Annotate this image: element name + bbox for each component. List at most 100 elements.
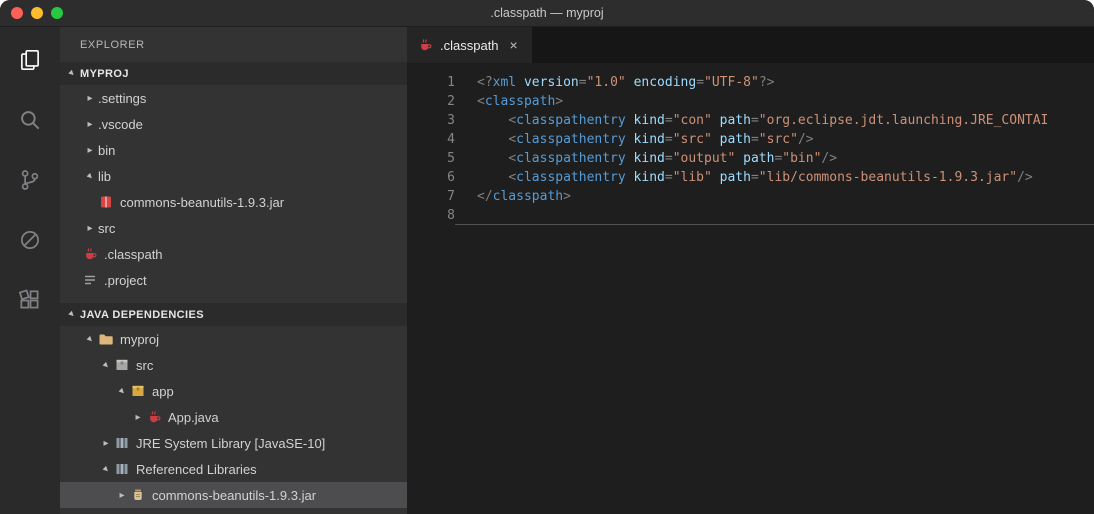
tree-item-src[interactable]: ▸ src xyxy=(60,352,407,378)
explorer-sidebar: EXPLORER ▸MYPROJ▸.settings▸.vscode▸bin▸l… xyxy=(60,27,407,514)
activity-explorer-button[interactable] xyxy=(7,39,53,85)
twistie-icon: ▸ xyxy=(96,459,115,478)
activity-source-control-button[interactable] xyxy=(7,159,53,205)
activity-extensions-button[interactable] xyxy=(7,279,53,325)
activity-bar xyxy=(0,27,60,514)
code-text: <classpathentry kind="lib" path="lib/com… xyxy=(455,168,1094,187)
close-window-button[interactable] xyxy=(11,7,23,19)
tree-item-jre-system-library-javase-10[interactable]: ▸ JRE System Library [JavaSE-10] xyxy=(60,430,407,456)
tree-item-label: .classpath xyxy=(104,247,163,262)
code-line-8: 8 xyxy=(407,206,1094,225)
line-number: 4 xyxy=(407,130,455,149)
tree-item-myproj[interactable]: ▸myproj xyxy=(60,326,407,352)
zoom-window-button[interactable] xyxy=(51,7,63,19)
tree-item-label: commons-beanutils-1.9.3.jar xyxy=(152,488,316,503)
titlebar: .classpath — myproj xyxy=(0,0,1094,27)
section-label: JAVA DEPENDENCIES xyxy=(80,309,204,321)
line-number: 8 xyxy=(407,206,455,225)
tree-item-referenced-libraries[interactable]: ▸ Referenced Libraries xyxy=(60,456,407,482)
code-line-6: 6 <classpathentry kind="lib" path="lib/c… xyxy=(407,168,1094,187)
tree-item-label: app xyxy=(152,384,174,399)
jar-red-icon xyxy=(98,194,114,210)
tree-item-app-java[interactable]: ▸ App.java xyxy=(60,404,407,430)
tree-item-label: commons-beanutils-1.9.3.jar xyxy=(120,195,284,210)
section-label: MYPROJ xyxy=(80,68,129,80)
twistie-icon: ▸ xyxy=(130,412,146,423)
tree-item-label: .vscode xyxy=(98,117,143,132)
twistie-icon: ▸ xyxy=(62,305,81,324)
minimize-window-button[interactable] xyxy=(31,7,43,19)
tree-item-label: src xyxy=(136,358,153,373)
tree-item-label: .settings xyxy=(98,91,146,106)
main-area: EXPLORER ▸MYPROJ▸.settings▸.vscode▸bin▸l… xyxy=(0,27,1094,514)
line-number: 1 xyxy=(407,73,455,92)
tree-item-label: lib xyxy=(98,169,111,184)
section-header-java-dependencies[interactable]: ▸JAVA DEPENDENCIES xyxy=(60,303,407,326)
code-text: <classpath> xyxy=(455,92,1094,111)
twistie-icon: ▸ xyxy=(80,166,99,185)
debug-disabled-icon xyxy=(17,227,43,258)
explorer-tree: ▸MYPROJ▸.settings▸.vscode▸bin▸libcommons… xyxy=(60,62,407,508)
twistie-icon: ▸ xyxy=(98,438,114,449)
tree-item-lib[interactable]: ▸lib xyxy=(60,163,407,189)
section-myproj: ▸MYPROJ▸.settings▸.vscode▸bin▸libcommons… xyxy=(60,62,407,293)
tree-item-label: JRE System Library [JavaSE-10] xyxy=(136,436,325,451)
line-number: 6 xyxy=(407,168,455,187)
files-icon xyxy=(17,47,43,78)
tab-label: .classpath xyxy=(440,38,499,53)
tree-item-label: myproj xyxy=(120,332,159,347)
twistie-icon: ▸ xyxy=(62,64,81,83)
tree-item-label: Referenced Libraries xyxy=(136,462,257,477)
tree-item-label: App.java xyxy=(168,410,219,425)
sidebar-title: EXPLORER xyxy=(60,27,407,62)
code-text: <classpathentry kind="con" path="org.ecl… xyxy=(455,111,1094,130)
tree-item-project[interactable]: .project xyxy=(60,267,407,293)
tree-item-classpath[interactable]: .classpath xyxy=(60,241,407,267)
tree-item-label: bin xyxy=(98,143,115,158)
code-line-1: 1<?xml version="1.0" encoding="UTF-8"?> xyxy=(407,73,1094,92)
tree-item-label: .project xyxy=(104,273,147,288)
code-line-5: 5 <classpathentry kind="output" path="bi… xyxy=(407,149,1094,168)
activity-search-button[interactable] xyxy=(7,99,53,145)
twistie-icon: ▸ xyxy=(112,381,131,400)
tab-close-icon[interactable]: × xyxy=(506,37,522,53)
line-number: 5 xyxy=(407,149,455,168)
jar-icon xyxy=(130,487,146,503)
tree-item-vscode[interactable]: ▸.vscode xyxy=(60,111,407,137)
project-file-icon xyxy=(82,272,98,288)
tree-item-commons-beanutils-1-9-3-jar[interactable]: ▸commons-beanutils-1.9.3.jar xyxy=(60,482,407,508)
code-line-7: 7</classpath> xyxy=(407,187,1094,206)
java-file-icon xyxy=(82,246,98,262)
tree-item-src[interactable]: ▸src xyxy=(60,215,407,241)
code-text: </classpath> xyxy=(455,187,1094,206)
tree-item-app[interactable]: ▸ app xyxy=(60,378,407,404)
search-icon xyxy=(17,107,43,138)
line-number: 3 xyxy=(407,111,455,130)
vscode-window: .classpath — myproj xyxy=(0,0,1094,514)
code-editor[interactable]: 1<?xml version="1.0" encoding="UTF-8"?>2… xyxy=(407,63,1094,514)
section-java-dependencies: ▸JAVA DEPENDENCIES▸myproj▸src▸app▸App.ja… xyxy=(60,303,407,508)
editor-group: .classpath × 1<?xml version="1.0" encodi… xyxy=(407,27,1094,514)
twistie-icon: ▸ xyxy=(82,119,98,130)
java-file-icon xyxy=(417,37,433,53)
tab-classpath[interactable]: .classpath × xyxy=(407,27,532,63)
window-title: .classpath — myproj xyxy=(490,6,603,20)
folder-icon xyxy=(98,331,114,347)
tree-item-settings[interactable]: ▸.settings xyxy=(60,85,407,111)
tree-item-bin[interactable]: ▸bin xyxy=(60,137,407,163)
tree-item-label: src xyxy=(98,221,115,236)
twistie-icon: ▸ xyxy=(82,223,98,234)
code-text: <classpathentry kind="output" path="bin"… xyxy=(455,149,1094,168)
twistie-icon: ▸ xyxy=(96,355,115,374)
library-icon xyxy=(114,461,130,477)
section-header-myproj[interactable]: ▸MYPROJ xyxy=(60,62,407,85)
twistie-icon: ▸ xyxy=(82,145,98,156)
code-text: <?xml version="1.0" encoding="UTF-8"?> xyxy=(455,73,1094,92)
code-line-3: 3 <classpathentry kind="con" path="org.e… xyxy=(407,111,1094,130)
java-file-icon xyxy=(146,409,162,425)
code-line-2: 2<classpath> xyxy=(407,92,1094,111)
tree-item-commons-beanutils-1-9-3-jar[interactable]: commons-beanutils-1.9.3.jar xyxy=(60,189,407,215)
line-number: 7 xyxy=(407,187,455,206)
code-text: <classpathentry kind="src" path="src"/> xyxy=(455,130,1094,149)
activity-debug-button[interactable] xyxy=(7,219,53,265)
